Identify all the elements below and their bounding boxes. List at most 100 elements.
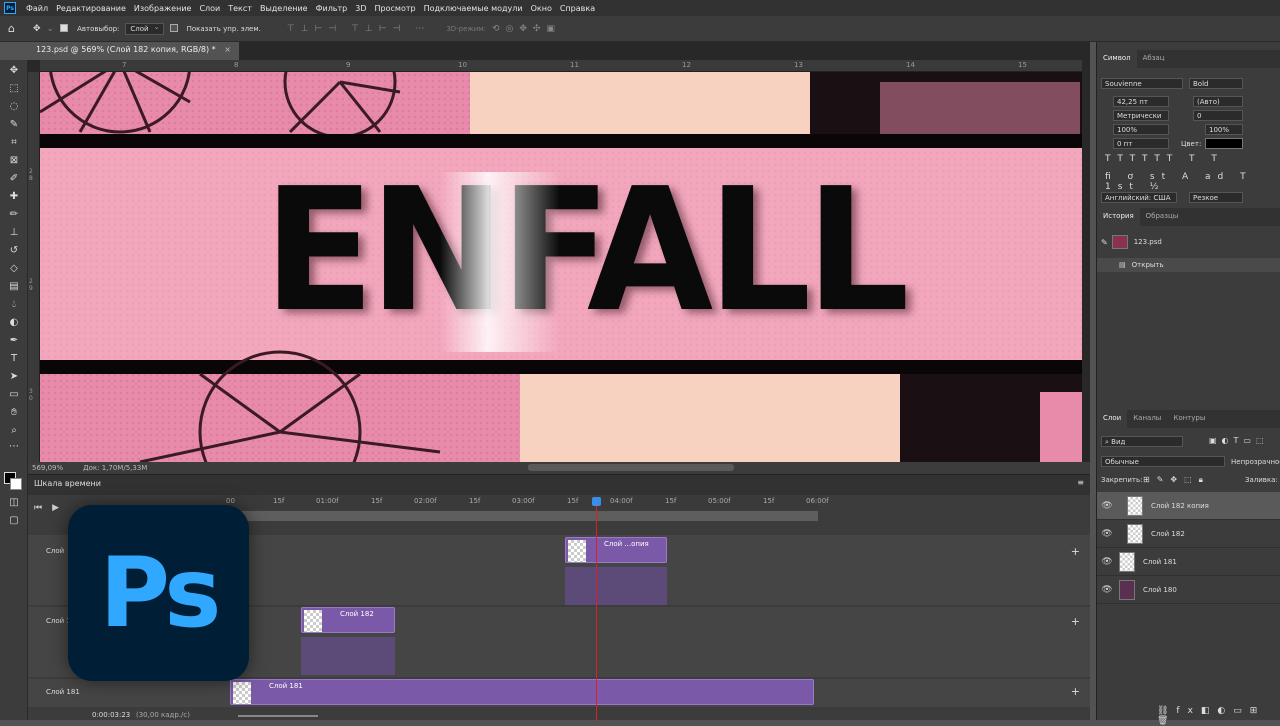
stamp-tool-icon[interactable]: ⊥ — [7, 226, 21, 240]
layer-row[interactable]: 👁︎ Слой 180 — [1097, 576, 1280, 604]
layer-row[interactable]: 👁︎ Слой 181 — [1097, 548, 1280, 576]
align-icons[interactable]: ⊤⊥⊢⊣ ⊤⊥⊢⊣ ⋯ — [287, 24, 430, 34]
close-icon[interactable]: × — [224, 45, 231, 54]
kerning-field[interactable]: Метрически — [1113, 110, 1169, 121]
language-select[interactable]: Английский: США — [1101, 192, 1177, 203]
antialias-select[interactable]: Резкое — [1189, 192, 1243, 203]
tab-history[interactable]: История — [1097, 208, 1140, 226]
leading-field[interactable]: (Авто) — [1193, 96, 1243, 107]
font-size-field[interactable]: 42,25 пт — [1113, 96, 1169, 107]
background-color-swatch[interactable] — [10, 478, 22, 490]
menu-edit[interactable]: Редактирование — [52, 4, 130, 13]
quick-select-icon[interactable]: ✎ — [7, 118, 21, 132]
document-tab[interactable]: 123.psd @ 569% (Слой 182 копия, RGB/8) *… — [28, 42, 239, 60]
autoselect-checkbox[interactable] — [60, 23, 71, 34]
layer-row[interactable]: 👁︎ Слой 182 — [1097, 520, 1280, 548]
zoom-level[interactable]: 569,09% — [32, 464, 63, 472]
history-snapshot[interactable]: ✎ 123.psd — [1097, 232, 1280, 252]
ps-app-icon[interactable]: Ps — [4, 2, 16, 14]
eraser-tool-icon[interactable]: ◇ — [7, 262, 21, 276]
tab-channels[interactable]: Каналы — [1127, 410, 1167, 428]
horizontal-scale-field[interactable]: 100% — [1205, 124, 1243, 135]
blend-mode-select[interactable]: Обычные — [1101, 456, 1225, 467]
lasso-tool-icon[interactable]: ◌ — [7, 100, 21, 114]
history-brush-icon[interactable]: ↺ — [7, 244, 21, 258]
filter-icons[interactable]: ▣◐T▭⬚ — [1209, 436, 1269, 445]
marquee-tool-icon[interactable]: ⬚ — [7, 82, 21, 96]
ruler-left[interactable]: 2 8 2 9 3 0 — [28, 72, 40, 462]
tracking-field[interactable]: 0 — [1193, 110, 1243, 121]
brush-tool-icon[interactable]: ✏ — [7, 208, 21, 222]
move-tool-icon[interactable]: ✥ — [7, 64, 21, 78]
menu-image[interactable]: Изображение — [130, 4, 196, 13]
clip-layer-182-copy[interactable]: Слой ...опия — [565, 537, 667, 563]
layers-footer-icons[interactable]: ⛓fx◧◐▭⊞🗑︎ — [1157, 706, 1280, 726]
menu-view[interactable]: Просмотр — [371, 4, 420, 13]
opentype-buttons[interactable]: ﬁ ơ st A ad T 1st ½ — [1105, 172, 1280, 192]
eye-icon[interactable]: 👁︎ — [1097, 501, 1117, 511]
artwork[interactable]: ENFALL — [40, 72, 1082, 462]
panel-menu-icon[interactable]: ≡ — [1077, 478, 1084, 487]
quick-mask-icon[interactable]: ◫ — [7, 496, 21, 510]
tab-swatches[interactable]: Образцы — [1140, 208, 1185, 226]
eye-icon[interactable]: 👁︎ — [1097, 557, 1117, 567]
tab-character[interactable]: Символ — [1097, 50, 1137, 68]
layer-filter-select[interactable]: ⌕ Вид — [1101, 436, 1183, 447]
tab-paths[interactable]: Контуры — [1167, 410, 1211, 428]
screen-mode-icon[interactable]: ▢ — [7, 514, 21, 528]
track-label[interactable]: Слой 181 — [46, 688, 80, 696]
vertical-scale-field[interactable]: 100% — [1113, 124, 1169, 135]
autoselect-dropdown[interactable]: Слой — [125, 22, 164, 35]
zoom-tool-icon[interactable]: ⌕ — [7, 424, 21, 438]
horizontal-scrollbar[interactable] — [528, 464, 734, 471]
home-icon[interactable]: ⌂ — [8, 22, 15, 35]
dodge-tool-icon[interactable]: ◐ — [7, 316, 21, 330]
crop-tool-icon[interactable]: ⌗ — [7, 136, 21, 150]
menu-type[interactable]: Текст — [224, 4, 256, 13]
menu-file[interactable]: Файл — [22, 4, 52, 13]
move-tool-icon[interactable]: ✥ — [33, 24, 41, 34]
first-frame-icon[interactable]: ⏮ — [34, 503, 52, 513]
menu-help[interactable]: Справка — [556, 4, 599, 13]
more-tools-icon[interactable]: ⋯ — [7, 440, 21, 454]
ruler-top[interactable]: 7 8 9 10 11 12 13 14 15 — [40, 60, 1082, 72]
menu-window[interactable]: Окно — [527, 4, 556, 13]
add-track-icon[interactable]: + — [1071, 615, 1080, 628]
gradient-tool-icon[interactable]: ▤ — [7, 280, 21, 294]
menu-layers[interactable]: Слои — [195, 4, 224, 13]
eyedropper-icon[interactable]: ✐ — [7, 172, 21, 186]
healing-brush-icon[interactable]: ✚ — [7, 190, 21, 204]
lock-icons[interactable]: ⊞✎✥⬚🔒︎ — [1143, 475, 1210, 485]
frame-tool-icon[interactable]: ⊠ — [7, 154, 21, 168]
font-style-select[interactable]: Bold — [1189, 78, 1243, 89]
eye-icon[interactable]: 👁︎ — [1097, 585, 1117, 595]
work-area-bar[interactable] — [228, 511, 818, 521]
baseline-shift-field[interactable]: 0 пт — [1113, 138, 1169, 149]
clip-layer-181[interactable]: Слой 181 — [230, 679, 814, 705]
track-label[interactable]: Слой — [46, 547, 64, 555]
path-select-icon[interactable]: ➤ — [7, 370, 21, 384]
shape-tool-icon[interactable]: ▭ — [7, 388, 21, 402]
menu-filter[interactable]: Фильтр — [312, 4, 352, 13]
menu-plugins[interactable]: Подключаемые модули — [420, 4, 527, 13]
menu-select[interactable]: Выделение — [256, 4, 312, 13]
playhead[interactable] — [596, 497, 597, 721]
hand-tool-icon[interactable]: ✋︎ — [7, 406, 21, 420]
3d-icons[interactable]: ⟲◎✥✣▣ — [492, 24, 561, 34]
tab-layers[interactable]: Слои — [1097, 410, 1128, 428]
timecode[interactable]: 0:00:03:23 — [92, 711, 130, 719]
show-controls-checkbox[interactable] — [169, 23, 181, 34]
zoom-slider[interactable] — [238, 715, 318, 717]
play-icon[interactable]: ▶ — [52, 503, 69, 513]
add-track-icon[interactable]: + — [1071, 545, 1080, 558]
menu-3d[interactable]: 3D — [351, 4, 370, 13]
type-style-buttons[interactable]: TTTTTT T T — [1105, 154, 1224, 164]
type-tool-icon[interactable]: T — [7, 352, 21, 366]
artwork-title-text[interactable]: ENFALL — [263, 156, 909, 346]
text-color-swatch[interactable] — [1205, 138, 1243, 149]
add-track-icon[interactable]: + — [1071, 685, 1080, 698]
eye-icon[interactable]: 👁︎ — [1097, 529, 1117, 539]
tab-paragraph[interactable]: Абзац — [1137, 50, 1171, 68]
playhead-handle[interactable] — [592, 497, 601, 506]
layer-row[interactable]: 👁︎ Слой 182 копия — [1097, 492, 1280, 520]
